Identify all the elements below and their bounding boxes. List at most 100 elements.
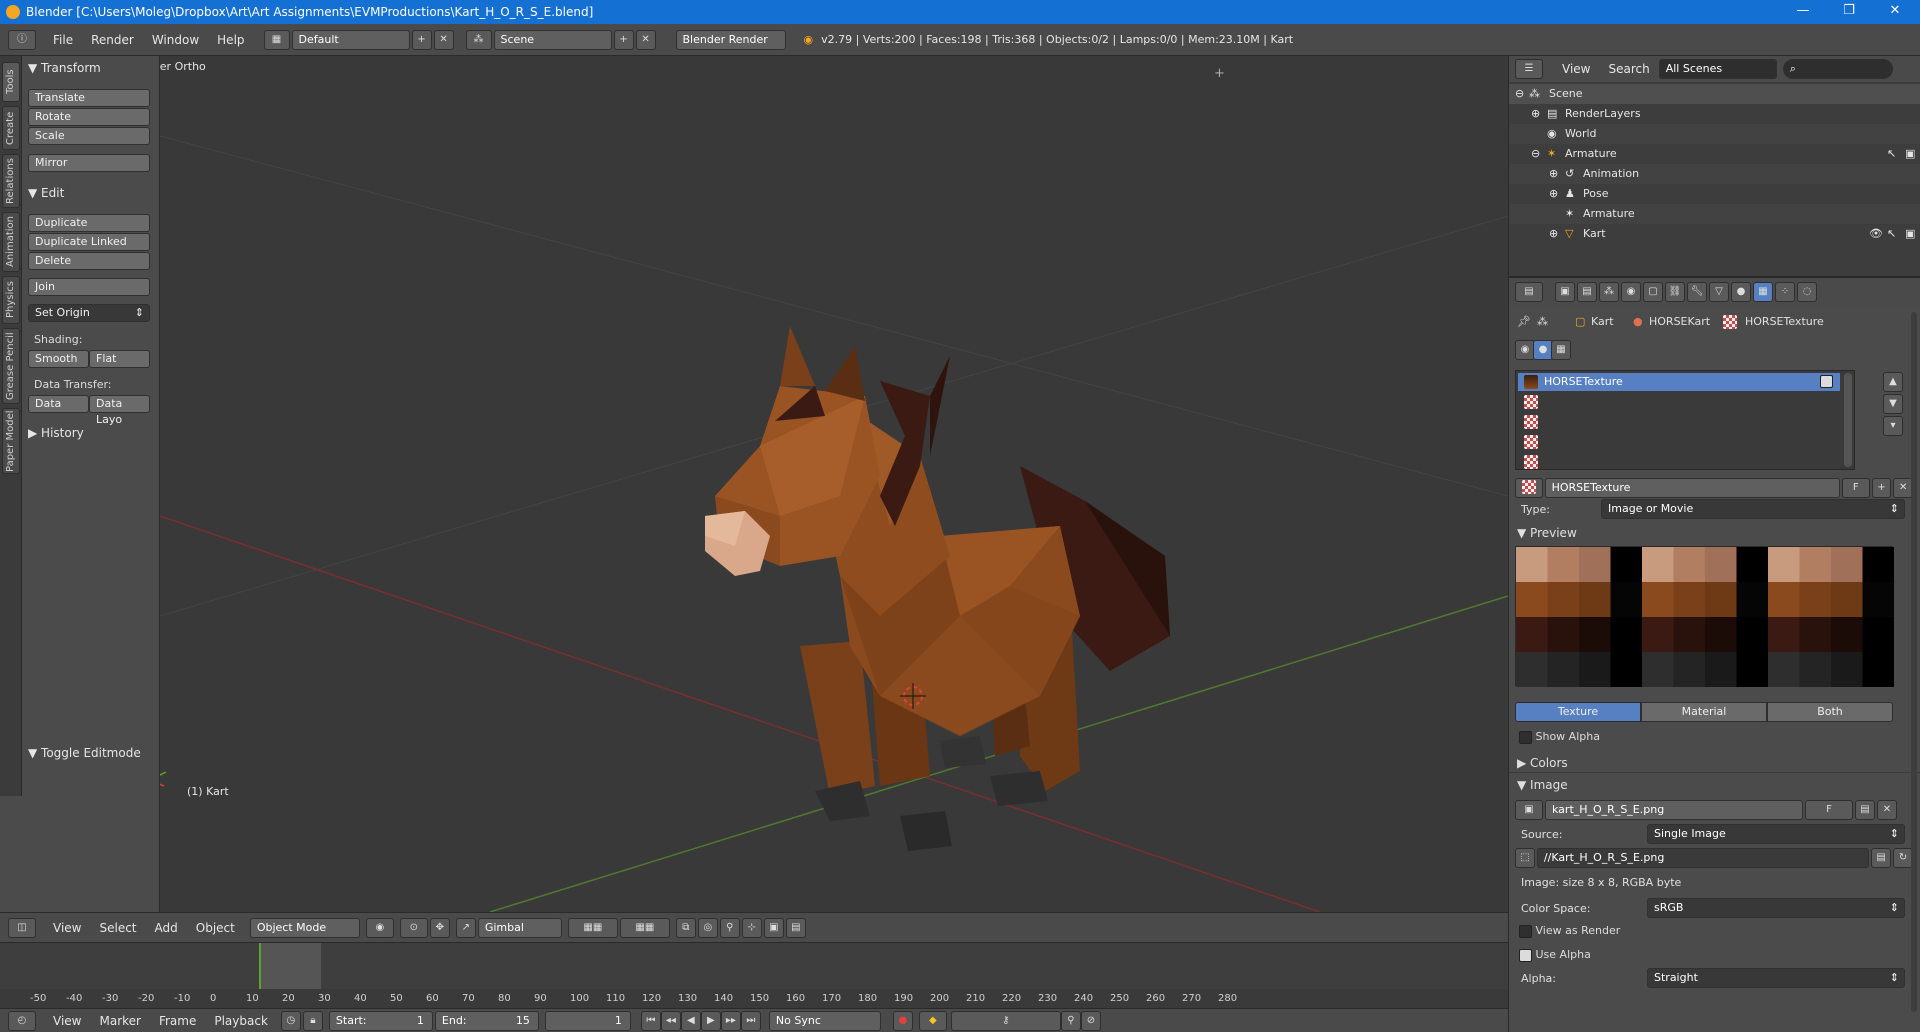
duplicate-button[interactable]: Duplicate: [28, 214, 150, 232]
play-icon[interactable]: ▶: [700, 1010, 721, 1031]
open-image-icon[interactable]: ▤: [1855, 800, 1875, 820]
pin-icon[interactable]: 📌︎: [1517, 315, 1531, 328]
empty-slot-icon[interactable]: [1524, 395, 1538, 409]
image-panel-header[interactable]: ▼ Image: [1517, 778, 1568, 792]
smooth-button[interactable]: Smooth: [28, 350, 89, 368]
set-origin-select[interactable]: Set Origin ⇕: [28, 304, 150, 322]
select-cursor-icon[interactable]: ↖: [1887, 144, 1896, 164]
toggle-editmode-panel-header[interactable]: ▼ Toggle Editmode: [28, 746, 141, 760]
select-cursor-icon[interactable]: ↖: [1887, 224, 1896, 244]
menu-object[interactable]: Object: [187, 921, 244, 935]
outliner-row-world[interactable]: ◉ World: [1509, 124, 1920, 144]
outliner-search-input[interactable]: ⌕: [1782, 59, 1893, 79]
material-texture-icon[interactable]: ●: [1533, 340, 1553, 360]
editor-type-properties-icon[interactable]: ▤: [1515, 282, 1543, 302]
menu-marker[interactable]: Marker: [90, 1014, 149, 1028]
world-tab-icon[interactable]: ◉: [1621, 282, 1641, 302]
texture-slot-item[interactable]: HORSETexture: [1518, 373, 1840, 391]
view-as-render-checkbox[interactable]: View as Render: [1519, 924, 1620, 938]
render-animation-icon[interactable]: ▤: [785, 917, 806, 938]
render-camera-icon[interactable]: ▣: [1905, 144, 1915, 164]
record-icon[interactable]: ●: [892, 1010, 913, 1031]
menu-help[interactable]: Help: [208, 33, 253, 47]
empty-slot-icon[interactable]: [1524, 455, 1538, 469]
image-filepath-field[interactable]: //Kart_H_O_R_S_E.png: [1536, 848, 1870, 868]
scale-button[interactable]: Scale: [28, 127, 150, 145]
constraints-tab-icon[interactable]: ⛓: [1665, 282, 1685, 302]
transform-orientation-select[interactable]: Gimbal: [477, 917, 562, 938]
menu-view[interactable]: View: [1553, 62, 1599, 76]
layers-grid-2-icon[interactable]: ▦▦: [619, 917, 670, 938]
collapse-icon[interactable]: ⊖: [1531, 144, 1540, 164]
image-source-select[interactable]: Single Image ⇕: [1647, 824, 1905, 844]
current-frame-line[interactable]: [259, 943, 261, 989]
timeline[interactable]: -50 -40 -30 -20 -10 0 10 20 30 40 50 60 70 80 90 100 110…: [0, 942, 1508, 1009]
lock-range-icon[interactable]: 🔒︎: [302, 1010, 323, 1031]
render-tab-icon[interactable]: ▣: [1555, 282, 1575, 302]
image-fake-user-button[interactable]: F: [1805, 800, 1853, 820]
expand-icon[interactable]: ⊕: [1531, 104, 1540, 124]
rotate-button[interactable]: Rotate: [28, 108, 150, 126]
display-mode-select[interactable]: All Scenes: [1658, 59, 1777, 79]
scene-field[interactable]: Scene: [493, 29, 612, 50]
menu-render[interactable]: Render: [82, 33, 143, 47]
preview-both-tab[interactable]: Both: [1767, 702, 1893, 722]
delete-keyframe-icon[interactable]: ⊘: [1080, 1010, 1101, 1031]
jump-start-icon[interactable]: ⏮: [640, 1010, 661, 1031]
particles-tab-icon[interactable]: ⁘: [1775, 282, 1795, 302]
translate-button[interactable]: Translate: [28, 89, 150, 107]
jump-end-icon[interactable]: ⏭: [740, 1010, 761, 1031]
object-tab-icon[interactable]: ▢: [1643, 282, 1663, 302]
maximize-button[interactable]: ❐: [1826, 0, 1872, 24]
duplicate-linked-button[interactable]: Duplicate Linked: [28, 233, 150, 251]
fake-user-button[interactable]: F: [1841, 478, 1870, 498]
material-tab-icon[interactable]: ●: [1731, 282, 1751, 302]
texture-name-field[interactable]: HORSETexture: [1544, 478, 1840, 498]
jump-keyframe-back-icon[interactable]: ◂◂: [660, 1010, 681, 1031]
remove-layout-icon[interactable]: ✕: [433, 29, 454, 50]
sync-mode-select[interactable]: No Sync: [768, 1010, 881, 1031]
modifiers-tab-icon[interactable]: 🔧︎: [1687, 282, 1707, 302]
play-reverse-icon[interactable]: ◀: [680, 1010, 701, 1031]
slot-list-scrollbar[interactable]: [1844, 373, 1852, 467]
slot-enabled-checkbox[interactable]: [1820, 375, 1833, 388]
browse-texture-icon[interactable]: [1515, 478, 1543, 498]
image-name-field[interactable]: kart_H_O_R_S_E.png: [1545, 800, 1803, 820]
properties-scrollbar[interactable]: [1911, 312, 1917, 1012]
proportional-edit-icon[interactable]: ◎: [697, 917, 718, 938]
menu-select[interactable]: Select: [90, 921, 145, 935]
new-texture-icon[interactable]: +: [1871, 478, 1892, 498]
end-frame-field[interactable]: End: 15: [434, 1010, 539, 1031]
pack-image-icon[interactable]: ⬚: [1515, 848, 1535, 868]
use-alpha-checkbox[interactable]: Use Alpha: [1519, 948, 1591, 962]
outliner-row-animation[interactable]: ⊕ ↺ Animation: [1509, 164, 1920, 184]
pivot-point-icon[interactable]: ⊙: [399, 917, 428, 938]
editor-type-timeline-icon[interactable]: ◴: [8, 1010, 36, 1031]
start-frame-field[interactable]: Start: 1: [328, 1010, 433, 1031]
texture-type-select[interactable]: Image or Movie ⇕: [1601, 499, 1905, 519]
expand-icon[interactable]: ⊕: [1549, 184, 1558, 204]
menu-window[interactable]: Window: [143, 33, 208, 47]
colors-panel-header[interactable]: ▶ Colors: [1517, 756, 1568, 770]
tab-tools[interactable]: Tools: [2, 62, 20, 102]
outliner-row-armature-data[interactable]: ✶ Armature: [1509, 204, 1920, 224]
outliner-row-armature[interactable]: ⊖ ✶ Armature ↖ ▣: [1509, 144, 1920, 164]
preview-material-tab[interactable]: Material: [1641, 702, 1767, 722]
jump-keyframe-forward-icon[interactable]: ▸▸: [720, 1010, 741, 1031]
other-texture-icon[interactable]: ▦: [1551, 340, 1571, 360]
tab-physics[interactable]: Physics: [2, 276, 20, 324]
manipulator-icon[interactable]: ✥: [429, 917, 450, 938]
render-engine-select[interactable]: Blender Render: [675, 29, 786, 50]
lock-camera-icon[interactable]: ⧉: [675, 917, 696, 938]
visibility-eye-icon[interactable]: 👁︎: [1869, 224, 1883, 244]
reload-image-icon[interactable]: ↻: [1893, 848, 1913, 868]
menu-view[interactable]: View: [44, 1014, 90, 1028]
color-space-select[interactable]: sRGB ⇕: [1647, 898, 1905, 918]
expand-icon[interactable]: ⊕: [1549, 224, 1558, 244]
expand-icon[interactable]: ⊕: [1549, 164, 1558, 184]
tab-paper-model[interactable]: Paper Model: [2, 408, 20, 474]
edit-panel-header[interactable]: ▼ Edit: [28, 186, 64, 200]
join-button[interactable]: Join: [28, 278, 150, 296]
current-frame-field[interactable]: 1: [544, 1010, 631, 1031]
viewport-shading-icon[interactable]: ◉: [365, 917, 394, 938]
